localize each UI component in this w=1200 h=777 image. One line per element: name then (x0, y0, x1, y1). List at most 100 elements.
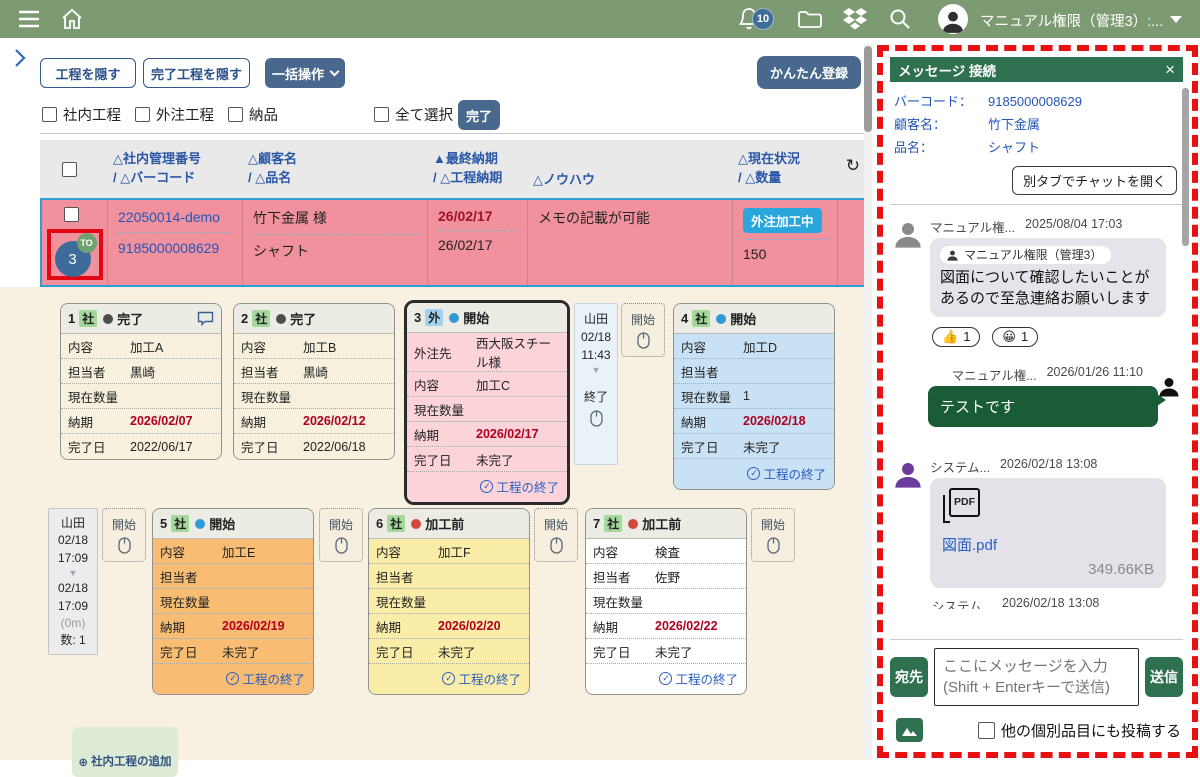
filter-delivery-checkbox[interactable] (228, 107, 243, 122)
search-button[interactable] (883, 2, 917, 36)
message-input[interactable] (934, 648, 1139, 706)
row-label: 現在数量 (68, 387, 130, 406)
header-select-checkbox[interactable] (62, 162, 77, 177)
comment-icon[interactable] (197, 311, 214, 326)
user-menu-label[interactable]: マニュアル権限（管理3）:... (980, 10, 1163, 31)
process-card-2[interactable]: 2 社 完了 内容加工B 担当者黒崎 現在数量 納期2026/02/12 完了日… (233, 303, 395, 460)
attach-image-button[interactable] (896, 718, 923, 742)
files-button[interactable] (793, 2, 827, 36)
complete-button[interactable]: 完了 (458, 100, 500, 130)
triangle-down-icon: ▼ (51, 567, 95, 580)
reaction-count: 1 (963, 329, 970, 344)
process-number: 1 (68, 311, 75, 326)
to-badge: TO (77, 233, 97, 253)
header-knowhow[interactable]: △ノウハウ (525, 140, 730, 198)
barcode-value[interactable]: 9185000008629 (988, 91, 1082, 114)
finish-process-link[interactable]: ✓工程の終了 (747, 464, 826, 483)
row-value-due: 2026/02/12 (303, 414, 366, 428)
finish-process-link[interactable]: ✓工程の終了 (659, 669, 738, 688)
home-button[interactable] (55, 2, 89, 36)
control-no-link[interactable]: 22050014-demo (118, 208, 232, 226)
unread-message-indicator[interactable]: 3 TO (47, 229, 103, 280)
finish-process-link[interactable]: ✓工程の終了 (226, 669, 305, 688)
open-chat-new-tab-button[interactable]: 別タブでチャットを開く (1012, 166, 1177, 195)
process-status: 完了 (290, 309, 316, 328)
user-avatar[interactable] (938, 4, 968, 34)
file-name-link[interactable]: 図面.pdf (942, 534, 1154, 555)
bulk-action-label: 一括操作 (272, 64, 324, 83)
customer-value[interactable]: 竹下金属 (988, 114, 1040, 137)
process-card-6[interactable]: 6 社 加工前 内容加工F 担当者 現在数量 納期2026/02/20 完了日未… (368, 508, 530, 695)
send-button[interactable]: 送信 (1145, 657, 1183, 697)
hide-process-button[interactable]: 工程を隠す (40, 58, 136, 88)
mouse-icon[interactable] (590, 410, 603, 427)
check-circle-icon: ✓ (480, 480, 493, 493)
easy-register-button[interactable]: かんたん登録 (757, 56, 861, 89)
menu-button[interactable] (12, 2, 46, 36)
filter-internal-checkbox[interactable] (42, 107, 57, 122)
recipient-button[interactable]: 宛先 (890, 657, 928, 697)
filter-outsourced-checkbox[interactable] (135, 107, 150, 122)
main-scrollbar[interactable] (864, 44, 872, 760)
process-type-badge: 社 (79, 310, 97, 327)
process-card-5[interactable]: 5 社 開始 内容加工E 担当者 現在数量 納期2026/02/19 完了日未完… (152, 508, 314, 695)
reaction-thumbs-up[interactable]: 👍1 (932, 327, 980, 347)
panel-scrollbar-thumb[interactable] (1182, 88, 1189, 246)
cell-divider (253, 234, 417, 235)
row-value: 黒崎 (130, 362, 155, 381)
row-label: 現在数量 (593, 592, 655, 611)
item-value[interactable]: シャフト (988, 137, 1040, 160)
process-card-1[interactable]: 1 社 完了 内容加工A 担当者黒崎 現在数量 納期2026/02/07 完了日… (60, 303, 222, 460)
row-label: 納期 (593, 617, 655, 636)
mention-name: マニュアル権限（管理3） (964, 247, 1102, 263)
main-scrollbar-thumb[interactable] (864, 46, 872, 132)
message-panel-header: メッセージ 接続 × (890, 57, 1183, 82)
chat-message-list[interactable]: マニュアル権...2025/08/04 17:03 マニュアル権限（管理3） 図… (890, 204, 1183, 639)
process-status: 開始 (730, 309, 756, 328)
add-internal-process-button[interactable]: ⊕ 社内工程の追加 (72, 727, 178, 777)
header-control-no[interactable]: △社内管理番号/ △バーコード (105, 140, 240, 198)
end-time: 17:09 (51, 598, 95, 615)
start-process-button[interactable]: 開始 (319, 508, 363, 562)
refresh-icon[interactable]: ↻ (846, 154, 860, 179)
row-value-due: 2026/02/20 (438, 619, 501, 633)
close-icon[interactable]: × (1165, 60, 1175, 80)
row-label: 内容 (160, 542, 222, 561)
finish-process-link[interactable]: ✓工程の終了 (442, 669, 521, 688)
hide-done-process-button[interactable]: 完了工程を隠す (143, 58, 250, 88)
header-due[interactable]: ▲最終納期/ △工程納期 (425, 140, 525, 198)
header-customer[interactable]: △顧客名/ △品名 (240, 140, 425, 198)
mention-chip[interactable]: マニュアル権限（管理3） (940, 246, 1111, 264)
home-icon (60, 7, 84, 31)
chat-input-row: 宛先 送信 (890, 639, 1183, 706)
select-all-checkbox[interactable] (374, 107, 389, 122)
row-value: 未完了 (438, 642, 476, 661)
knowhow-memo: メモの記載が可能 (538, 208, 722, 228)
start-process-button[interactable]: 開始 (751, 508, 795, 562)
header-line: ▲最終納期 (433, 150, 517, 169)
row-checkbox[interactable] (64, 207, 79, 222)
table-row[interactable]: 3 TO 22050014-demo 9185000008629 竹下金属 様 … (40, 198, 866, 287)
process-card-7[interactable]: 7 社 加工前 内容検査 担当者佐野 現在数量 納期2026/02/22 完了日… (585, 508, 747, 695)
user-menu-caret-icon[interactable] (1170, 16, 1182, 23)
finish-process-link[interactable]: ✓工程の終了 (480, 477, 559, 496)
chat-message-clipped: システム...2026/02/18 13:08 (932, 596, 1183, 609)
customer-name: 竹下金属 様 (253, 208, 417, 228)
start-label: 開始 (631, 311, 655, 328)
process-card-3[interactable]: 3 外 開始 外注先西大阪スチール様 内容加工C 現在数量 納期2026/02/… (404, 300, 570, 505)
row-value: 加工C (476, 375, 510, 394)
collapse-sidebar-button[interactable] (12, 47, 28, 74)
start-process-button[interactable]: 開始 (621, 303, 665, 357)
status-badge[interactable]: 外注加工中 (743, 208, 822, 233)
start-process-button[interactable]: 開始 (102, 508, 146, 562)
post-other-items-checkbox[interactable] (978, 722, 995, 739)
start-process-button[interactable]: 開始 (534, 508, 578, 562)
row-value: 加工A (130, 337, 163, 356)
header-status[interactable]: △現在状況/ △数量 (730, 140, 835, 198)
bulk-action-button[interactable]: 一括操作 (265, 58, 345, 88)
process-card-4[interactable]: 4 社 開始 内容加工D 担当者 現在数量1 納期2026/02/18 完了日未… (673, 303, 835, 490)
barcode-link[interactable]: 9185000008629 (118, 239, 232, 257)
pdf-file-icon[interactable]: PDF (942, 488, 980, 524)
storage-button[interactable] (838, 2, 872, 36)
reaction-smile[interactable]: 😀1 (992, 327, 1038, 347)
